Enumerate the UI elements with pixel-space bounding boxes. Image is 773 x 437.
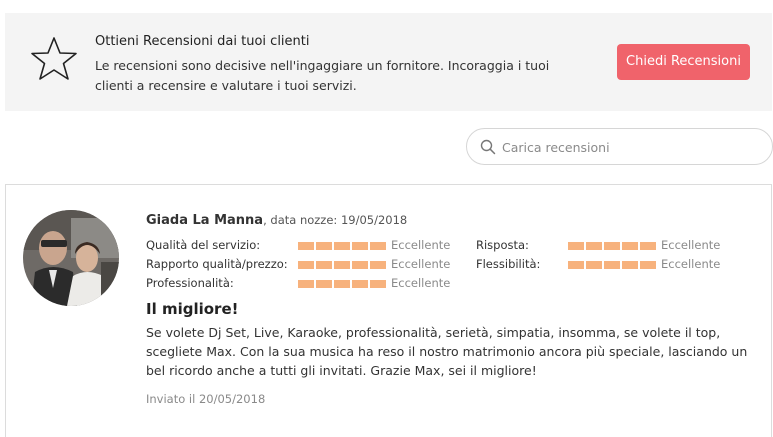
rating-bars [568,242,656,250]
rating-row-flexibility: Flessibilità: Eccellente [476,256,766,274]
star-outline-icon [31,37,77,80]
banner-description: Le recensioni sono decisive nell'ingaggi… [95,58,550,93]
rating-row-quality: Qualità del servizio: Eccellente [146,237,450,255]
rating-label: Professionalità: [146,276,234,290]
rating-row-professionalism: Professionalità: Eccellente [146,275,450,293]
rating-row-value: Rapporto qualità/prezzo: Eccellente [146,256,450,274]
search-input[interactable] [502,136,757,158]
search-box[interactable] [466,128,773,165]
request-reviews-button[interactable]: Chiedi Recensioni [617,44,750,80]
reviewer-info: Giada La Manna, data nozze: 19/05/2018 [146,213,407,228]
rating-bars [298,242,386,250]
rating-label: Risposta: [476,238,529,252]
reviewer-name[interactable]: Giada La Manna [146,213,263,228]
rating-bars [298,261,386,269]
sent-date: Inviato il 20/05/2018 [146,392,266,406]
rating-label: Rapporto qualità/prezzo: [146,257,288,271]
rating-value: Eccellente [391,238,451,252]
wedding-date: , data nozze: 19/05/2018 [263,213,408,227]
rating-label: Flessibilità: [476,257,541,271]
review-request-banner: Ottieni Recensioni dai tuoi clienti Le r… [5,13,772,111]
review-body: Se volete Dj Set, Live, Karaoke, profess… [146,325,748,378]
rating-value: Eccellente [661,257,721,271]
rating-label: Qualità del servizio: [146,238,261,252]
ratings-grid: Qualità del servizio: Eccellente Rapport… [146,237,766,297]
rating-bars [298,280,386,288]
search-icon [480,139,496,155]
rating-row-response: Risposta: Eccellente [476,237,766,255]
rating-value: Eccellente [661,238,721,252]
banner-title: Ottieni Recensioni dai tuoi clienti [95,34,310,49]
avatar [23,210,119,306]
rating-bars [568,261,656,269]
review-card: Giada La Manna, data nozze: 19/05/2018 Q… [5,184,772,437]
rating-value: Eccellente [391,276,451,290]
review-headline: Il migliore! [146,300,239,318]
rating-value: Eccellente [391,257,451,271]
